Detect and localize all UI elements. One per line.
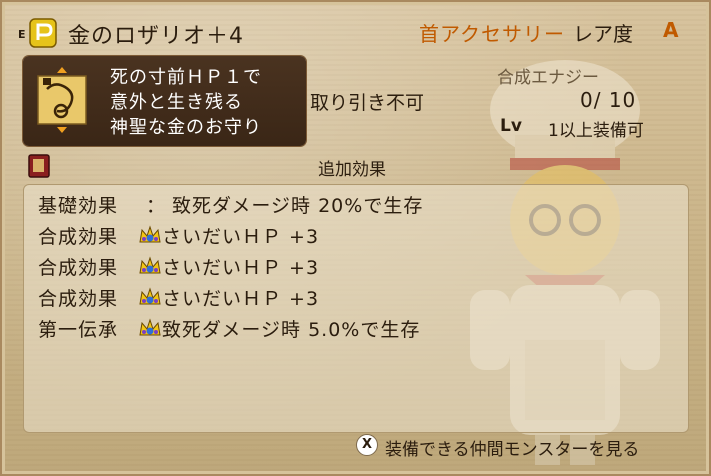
effect-label: 基礎効果 [38, 195, 119, 217]
effect-colon: ： [146, 195, 167, 217]
effect-text: さいだいＨＰ +3 [162, 257, 320, 279]
view-monsters-label[interactable]: 装備できる仲間モンスターを見る [385, 435, 639, 460]
rarity-value: A [663, 18, 679, 42]
accessory-badge-icon [29, 18, 57, 48]
effect-label: 合成効果 [38, 288, 119, 310]
crown-gem-icon [139, 287, 161, 305]
trade-status: 取り引き不可 [310, 92, 425, 114]
effects-list: 基礎効果 ： 致死ダメージ時 20%で生存 合成効果 さいだいＨＰ +3 合成効… [23, 184, 689, 433]
description-line: 神聖な金のお守り [110, 117, 262, 138]
crown-gem-icon [139, 225, 161, 243]
crown-gem-icon [139, 256, 161, 274]
item-category: 首アクセサリー [419, 22, 565, 46]
level-requirement: 1以上装備可 [548, 121, 644, 141]
effect-text: 致死ダメージ時 20%で生存 [172, 195, 424, 217]
x-button-icon[interactable]: X [356, 434, 378, 456]
item-description-box: 死の寸前ＨＰ１で 意外と生き残る 神聖な金のお守り [23, 56, 306, 146]
item-detail-panel: E 金のロザリオ＋4 首アクセサリー レア度 A 死の寸前ＨＰ１で 意外と生き残… [0, 0, 711, 476]
description-line: 死の寸前ＨＰ１で [110, 67, 262, 88]
effect-text: さいだいＨＰ +3 [162, 226, 320, 248]
synthesis-energy-label: 合成エナジー [497, 68, 599, 88]
rosary-thumbnail-icon[interactable] [35, 67, 89, 133]
equipped-mark: E [18, 28, 26, 41]
effect-text: 致死ダメージ時 5.0%で生存 [162, 319, 421, 341]
description-line: 意外と生き残る [110, 92, 243, 113]
book-icon[interactable] [28, 154, 50, 178]
effect-label: 合成効果 [38, 257, 119, 279]
synthesis-energy-value: 0/ 10 [580, 88, 637, 112]
additional-effects-heading: 追加効果 [318, 160, 386, 180]
item-name: 金のロザリオ＋4 [68, 24, 244, 49]
effect-text: さいだいＨＰ +3 [162, 288, 320, 310]
crown-gem-icon [139, 318, 161, 336]
effect-label: 合成効果 [38, 226, 119, 248]
effect-label: 第一伝承 [38, 319, 119, 341]
description-text: 死の寸前ＨＰ１で 意外と生き残る 神聖な金のお守り [110, 65, 262, 140]
level-label: Lv [500, 116, 522, 136]
rarity-label: レア度 [573, 22, 633, 46]
